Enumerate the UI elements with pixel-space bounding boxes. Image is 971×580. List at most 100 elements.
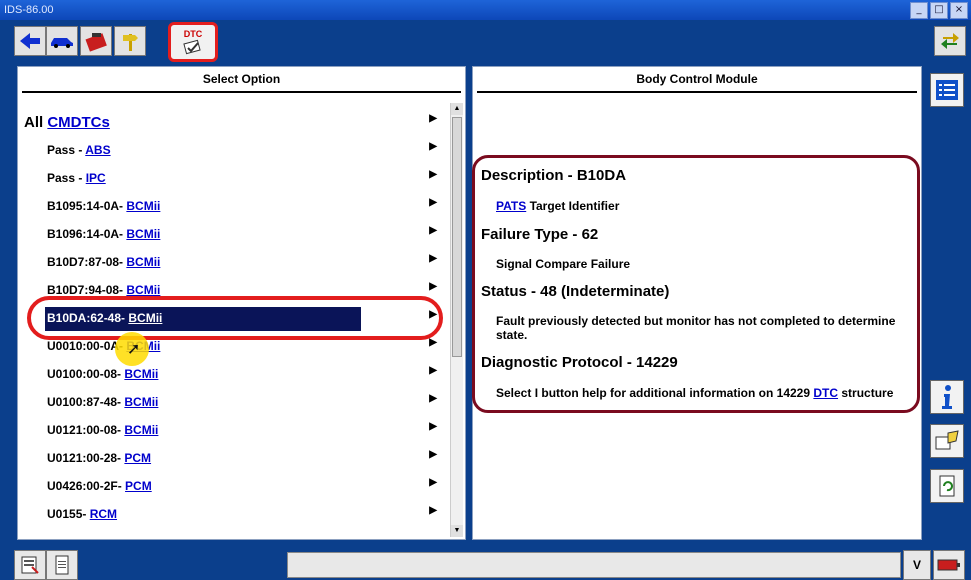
list-scrollbar[interactable]: ▲ ▼ xyxy=(450,103,463,537)
list-item[interactable]: U0426:00-2F- PCM ▶ xyxy=(22,473,452,501)
dtc-detail-box: Description - B10DA PATS Target Identifi… xyxy=(472,155,920,413)
cmdtcs-link[interactable]: CMDTCs xyxy=(47,114,110,131)
expand-arrow-icon[interactable]: ▶ xyxy=(429,253,437,264)
dtc-link[interactable]: DTC xyxy=(813,386,838,400)
expand-arrow-icon[interactable]: ▶ xyxy=(429,393,437,404)
erase-dtc-icon[interactable] xyxy=(930,424,964,458)
signpost-icon[interactable] xyxy=(114,26,146,56)
list-item-text: Pass - ABS xyxy=(47,143,111,157)
expand-arrow-icon[interactable]: ▶ xyxy=(429,113,437,124)
module-link[interactable]: PCM xyxy=(125,479,152,493)
select-option-panel: Select Option All CMDTCs ▶ Pass - ABS ▶ … xyxy=(17,66,466,540)
module-link[interactable]: BCMii xyxy=(128,311,162,325)
module-link[interactable]: RCM xyxy=(90,507,117,521)
list-item[interactable]: B1096:14-0A- BCMii ▶ xyxy=(22,221,452,249)
status-bar: V xyxy=(0,546,971,580)
list-item-text: U0155- RCM xyxy=(47,507,118,521)
list-item[interactable]: All CMDTCs ▶ xyxy=(22,109,452,137)
expand-arrow-icon[interactable]: ▶ xyxy=(429,449,437,460)
dtc-check-icon xyxy=(183,39,201,55)
list-item[interactable]: Pass - ABS ▶ xyxy=(22,137,452,165)
title-bar: IDS-86.00 _ □ × xyxy=(0,0,971,20)
list-item-text: B10D7:94-08- BCMii xyxy=(47,283,161,297)
list-item-text: U0426:00-2F- PCM xyxy=(47,479,152,493)
list-item[interactable]: Pass - IPC ▶ xyxy=(22,165,452,193)
list-item-text: B10D7:87-08- BCMii xyxy=(47,255,161,269)
pats-link[interactable]: PATS xyxy=(496,199,526,213)
expand-arrow-icon[interactable]: ▶ xyxy=(429,141,437,152)
close-button[interactable]: × xyxy=(950,2,968,19)
module-link[interactable]: PCM xyxy=(124,451,151,465)
list-item-text: All CMDTCs xyxy=(24,114,110,131)
failure-type-text: Signal Compare Failure xyxy=(496,257,631,271)
list-item[interactable]: B10D7:94-08- BCMii ▶ xyxy=(22,277,452,305)
list-item[interactable]: U0100:00-08- BCMii ▶ xyxy=(22,361,452,389)
list-item-text: U0100:87-48- BCMii xyxy=(47,395,159,409)
list-item[interactable]: U0121:00-28- PCM ▶ xyxy=(22,445,452,473)
status-message-field xyxy=(287,552,901,578)
top-toolbar: DTC xyxy=(0,20,971,62)
failure-type-heading: Failure Type - 62 xyxy=(481,226,599,243)
expand-arrow-icon[interactable]: ▶ xyxy=(429,169,437,180)
list-view-icon[interactable] xyxy=(930,73,964,107)
swap-arrows-icon[interactable] xyxy=(934,26,966,56)
maximize-button[interactable]: □ xyxy=(930,2,948,19)
module-link[interactable]: BCMii xyxy=(126,255,160,269)
tools-list-icon[interactable] xyxy=(14,550,46,580)
expand-arrow-icon[interactable]: ▶ xyxy=(429,337,437,348)
module-link[interactable]: BCMii xyxy=(126,199,160,213)
list-item[interactable]: U0010:00-0A- BCMii ▶ xyxy=(22,333,452,361)
expand-arrow-icon[interactable]: ▶ xyxy=(429,309,437,320)
list-item[interactable]: B1095:14-0A- BCMii ▶ xyxy=(22,193,452,221)
list-item-text: B1095:14-0A- BCMii xyxy=(47,199,161,213)
module-link[interactable]: ABS xyxy=(85,143,110,157)
expand-arrow-icon[interactable]: ▶ xyxy=(429,197,437,208)
window-controls: _ □ × xyxy=(910,2,968,19)
scroll-thumb[interactable] xyxy=(452,117,462,357)
module-title: Body Control Module xyxy=(477,67,917,93)
module-link[interactable]: BCMii xyxy=(124,367,158,381)
list-item-text: U0121:00-08- BCMii xyxy=(47,423,159,437)
list-item-text: B1096:14-0A- BCMii xyxy=(47,227,161,241)
expand-arrow-icon[interactable]: ▶ xyxy=(429,281,437,292)
voltage-indicator: V xyxy=(903,550,931,580)
list-item[interactable]: B10D7:87-08- BCMii ▶ xyxy=(22,249,452,277)
select-option-title: Select Option xyxy=(22,67,461,93)
toolbox-icon[interactable] xyxy=(80,26,112,56)
module-link[interactable]: BCMii xyxy=(126,283,160,297)
expand-arrow-icon[interactable]: ▶ xyxy=(429,225,437,236)
info-icon[interactable] xyxy=(930,380,964,414)
module-link[interactable]: IPC xyxy=(86,171,106,185)
module-link[interactable]: BCMii xyxy=(126,227,160,241)
list-item-text: Pass - IPC xyxy=(47,171,106,185)
module-link[interactable]: BCMii xyxy=(124,395,158,409)
module-link[interactable]: BCMii xyxy=(124,423,158,437)
description-text: PATS Target Identifier xyxy=(496,199,620,213)
document-refresh-icon[interactable] xyxy=(930,469,964,503)
list-item[interactable]: U0155- RCM ▶ xyxy=(22,501,452,529)
window-title: IDS-86.00 xyxy=(4,4,54,16)
minimize-button[interactable]: _ xyxy=(910,2,928,19)
battery-icon xyxy=(933,550,965,580)
list-item-text: U0121:00-28- PCM xyxy=(47,451,152,465)
status-heading: Status - 48 (Indeterminate) xyxy=(481,283,670,300)
list-item[interactable]: U0100:87-48- BCMii ▶ xyxy=(22,389,452,417)
list-item-text: U0100:00-08- BCMii xyxy=(47,367,159,381)
vehicle-icon[interactable] xyxy=(46,26,78,56)
protocol-heading: Diagnostic Protocol - 14229 xyxy=(481,354,678,371)
list-item-selected[interactable]: B10DA:62-48- BCMii ▶ xyxy=(22,305,452,333)
scroll-down-icon[interactable]: ▼ xyxy=(451,525,463,537)
list-item[interactable]: U0121:00-08- BCMii ▶ xyxy=(22,417,452,445)
status-text: Fault previously detected but monitor ha… xyxy=(496,314,896,342)
mouse-cursor-icon: ➚ xyxy=(127,341,141,358)
expand-arrow-icon[interactable]: ▶ xyxy=(429,421,437,432)
dtc-tab-button[interactable]: DTC xyxy=(168,22,218,62)
expand-arrow-icon[interactable]: ▶ xyxy=(429,477,437,488)
expand-arrow-icon[interactable]: ▶ xyxy=(429,365,437,376)
back-arrow-icon[interactable] xyxy=(14,26,46,56)
list-item-text: B10DA:62-48- BCMii xyxy=(47,311,163,325)
document-icon[interactable] xyxy=(46,550,78,580)
scroll-up-icon[interactable]: ▲ xyxy=(451,103,463,115)
expand-arrow-icon[interactable]: ▶ xyxy=(429,505,437,516)
dtc-label: DTC xyxy=(183,29,203,39)
